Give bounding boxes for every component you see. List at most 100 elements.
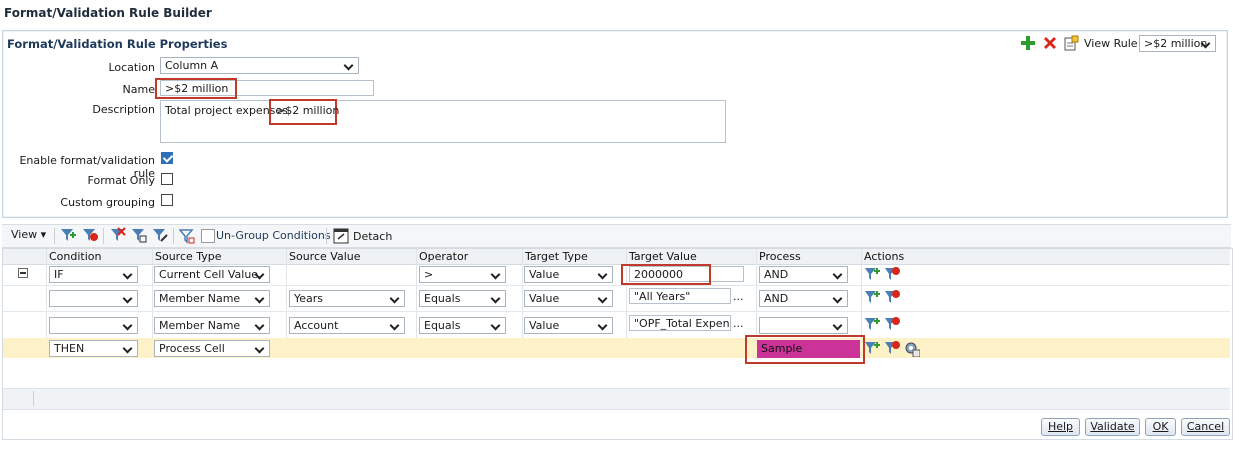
- add-rule-icon[interactable]: [1020, 35, 1036, 51]
- view-rule-select[interactable]: >$2 million: [1139, 35, 1216, 52]
- delete-condition-row-icon[interactable]: [884, 340, 900, 356]
- condition-select[interactable]: THEN: [49, 340, 138, 357]
- cancel-label: Cancel: [1186, 420, 1225, 433]
- chevron-down-icon: [122, 267, 134, 282]
- operator-select[interactable]: Equals: [419, 317, 506, 334]
- chevron-down-icon: [343, 58, 355, 73]
- add-condition-row-icon[interactable]: [864, 316, 880, 332]
- detach-icon[interactable]: [333, 228, 349, 244]
- add-condition-row-icon[interactable]: [864, 340, 880, 356]
- add-condition-row-icon[interactable]: [864, 289, 880, 305]
- chevron-down-icon: [490, 318, 502, 333]
- dialog-title: Format/Validation Rule Builder: [4, 6, 212, 20]
- target-value-highlight-box: [621, 264, 711, 285]
- cancel-button[interactable]: Cancel: [1181, 418, 1230, 436]
- header-operator: Operator: [419, 250, 469, 263]
- format-only-checkbox[interactable]: [161, 173, 173, 185]
- process-value: AND: [764, 292, 789, 305]
- enable-rule-checkbox[interactable]: [161, 152, 173, 164]
- delete-condition-icon[interactable]: [82, 227, 98, 243]
- properties-title: Format/Validation Rule Properties: [7, 37, 228, 51]
- target-type-select[interactable]: Value: [524, 266, 613, 283]
- format-settings-icon[interactable]: [904, 341, 921, 358]
- target-value-text: "OPF_Total Expense: [634, 317, 730, 330]
- target-type-select[interactable]: Value: [524, 290, 613, 307]
- view-rule-label: View Rule: [1084, 37, 1138, 50]
- custom-grouping-checkbox[interactable]: [161, 194, 173, 206]
- source-value-select[interactable]: Account: [289, 317, 405, 334]
- source-type-value: Process Cell: [159, 342, 225, 355]
- process-select[interactable]: AND: [759, 290, 848, 307]
- header-process: Process: [759, 250, 801, 263]
- add-condition-icon[interactable]: [60, 227, 76, 243]
- delete-rule-icon[interactable]: [1042, 35, 1058, 51]
- operator-value: Equals: [424, 319, 461, 332]
- location-label: Location: [108, 61, 155, 74]
- source-type-select[interactable]: Member Name: [154, 290, 270, 307]
- target-value-input[interactable]: "OPF_Total Expense: [629, 315, 731, 331]
- collapse-toggle[interactable]: [18, 268, 28, 278]
- source-type-value: Member Name: [159, 319, 241, 332]
- edit-condition-icon[interactable]: [152, 227, 168, 243]
- toolbar-separator: [173, 228, 174, 244]
- view-menu[interactable]: View ▾: [11, 228, 46, 241]
- delete-all-conditions-icon[interactable]: [110, 227, 126, 243]
- toolbar-separator: [54, 228, 55, 244]
- location-select[interactable]: Column A: [160, 57, 359, 74]
- view-rule-value: >$2 million: [1144, 37, 1208, 50]
- chevron-down-icon: [597, 267, 609, 282]
- detach-button[interactable]: Detach: [353, 230, 392, 243]
- source-value-select[interactable]: Years: [289, 290, 405, 307]
- ungroup-conditions-button[interactable]: Un-Group Conditions: [216, 229, 331, 242]
- validate-button[interactable]: Validate: [1085, 418, 1140, 436]
- source-type-select[interactable]: Member Name: [154, 317, 270, 334]
- operator-value: >: [424, 268, 434, 281]
- source-type-value: Current Cell Value: [159, 268, 259, 281]
- header-target-type: Target Type: [525, 250, 588, 263]
- process-select[interactable]: AND: [759, 266, 848, 283]
- help-button[interactable]: Help: [1041, 418, 1080, 436]
- chevron-down-icon: [254, 341, 266, 356]
- duplicate-rule-icon[interactable]: [1063, 35, 1079, 51]
- name-label: Name: [122, 83, 155, 96]
- process-select[interactable]: [759, 317, 848, 334]
- source-type-select[interactable]: Current Cell Value: [154, 266, 270, 283]
- toolbar-separator: [103, 228, 104, 244]
- chevron-down-icon: [122, 318, 134, 333]
- target-value-input[interactable]: "All Years": [629, 288, 731, 304]
- delete-condition-row-icon[interactable]: [884, 316, 900, 332]
- add-condition-row-icon[interactable]: [864, 266, 880, 282]
- location-value: Column A: [165, 59, 219, 72]
- condition-select[interactable]: IF: [49, 266, 138, 283]
- target-value-text: "All Years": [634, 290, 691, 303]
- source-type-select[interactable]: Process Cell: [154, 340, 270, 357]
- view-menu-label: View: [11, 228, 38, 241]
- delete-condition-row-icon[interactable]: [884, 289, 900, 305]
- dropdown-arrow-icon: ▾: [40, 228, 47, 241]
- operator-select[interactable]: Equals: [419, 290, 506, 307]
- member-picker-button[interactable]: ...: [733, 317, 744, 330]
- operator-select[interactable]: >: [419, 266, 506, 283]
- help-label: Help: [1047, 420, 1074, 433]
- source-type-value: Member Name: [159, 292, 241, 305]
- grid-status-bar: [3, 388, 1230, 410]
- chevron-down-icon: [254, 291, 266, 306]
- header-actions: Actions: [864, 250, 905, 263]
- target-type-select[interactable]: Value: [524, 317, 613, 334]
- ungroup-filter-icon[interactable]: [178, 228, 195, 244]
- minus-icon: [20, 272, 26, 274]
- delete-condition-row-icon[interactable]: [884, 266, 900, 282]
- ok-button[interactable]: OK: [1145, 418, 1176, 436]
- chevron-down-icon: [122, 341, 134, 356]
- description-textarea[interactable]: Total project expenses: [160, 100, 726, 143]
- condition-select[interactable]: [49, 317, 138, 334]
- source-value-text: Years: [294, 292, 324, 305]
- target-type-value: Value: [529, 319, 560, 332]
- format-only-label: Format Only: [87, 174, 155, 187]
- condition-select[interactable]: [49, 290, 138, 307]
- group-conditions-icon[interactable]: [131, 227, 147, 243]
- member-picker-button[interactable]: ...: [733, 290, 744, 303]
- chevron-down-icon: [254, 267, 266, 282]
- chevron-down-icon: [832, 318, 844, 333]
- condition-value: THEN: [54, 342, 85, 355]
